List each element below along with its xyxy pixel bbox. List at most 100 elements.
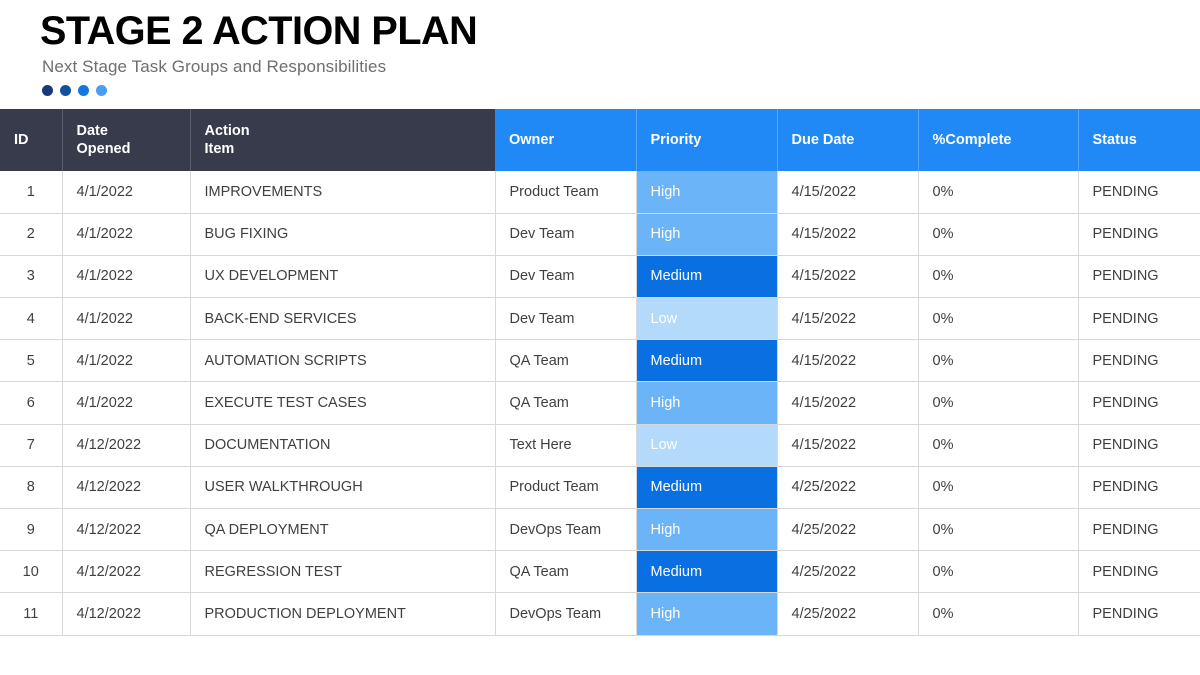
cell-action[interactable]: IMPROVEMENTS bbox=[190, 171, 496, 214]
cell-pct[interactable]: 0% bbox=[918, 171, 1079, 214]
cell-priority[interactable]: Medium bbox=[636, 255, 778, 299]
cell-pct[interactable]: 0% bbox=[918, 550, 1079, 594]
cell-priority[interactable]: High bbox=[636, 213, 778, 256]
column-header-priority[interactable]: Priority bbox=[636, 109, 778, 171]
cell-status[interactable]: PENDING bbox=[1078, 592, 1200, 636]
cell-due[interactable]: 4/15/2022 bbox=[777, 255, 919, 299]
cell-action[interactable]: QA DEPLOYMENT bbox=[190, 508, 496, 552]
cell-id[interactable]: 7 bbox=[0, 424, 63, 467]
cell-due[interactable]: 4/25/2022 bbox=[777, 508, 919, 552]
cell-action[interactable]: DOCUMENTATION bbox=[190, 424, 496, 467]
cell-owner[interactable]: QA Team bbox=[495, 550, 637, 594]
cell-status[interactable]: PENDING bbox=[1078, 466, 1200, 510]
column-header-pct[interactable]: %Complete bbox=[918, 109, 1079, 171]
cell-due[interactable]: 4/15/2022 bbox=[777, 424, 919, 467]
cell-action[interactable]: UX DEVELOPMENT bbox=[190, 255, 496, 299]
cell-priority[interactable]: Medium bbox=[636, 466, 778, 510]
cell-priority[interactable]: High bbox=[636, 171, 778, 214]
table-row[interactable]: 5 4/1/2022 AUTOMATION SCRIPTS QA Team Medium… bbox=[0, 339, 1200, 383]
cell-pct[interactable]: 0% bbox=[918, 466, 1079, 510]
cell-owner[interactable]: DevOps Team bbox=[495, 592, 637, 636]
cell-due[interactable]: 4/25/2022 bbox=[777, 550, 919, 594]
cell-status[interactable]: PENDING bbox=[1078, 213, 1200, 256]
table-row[interactable]: 2 4/1/2022 BUG FIXING Dev Team High 4/15/2022… bbox=[0, 213, 1200, 256]
cell-due[interactable]: 4/15/2022 bbox=[777, 297, 919, 341]
cell-id[interactable]: 6 bbox=[0, 381, 63, 425]
cell-due[interactable]: 4/15/2022 bbox=[777, 381, 919, 425]
cell-action[interactable]: USER WALKTHROUGH bbox=[190, 466, 496, 510]
cell-id[interactable]: 10 bbox=[0, 550, 63, 594]
cell-status[interactable]: PENDING bbox=[1078, 255, 1200, 299]
cell-date[interactable]: 4/12/2022 bbox=[62, 550, 191, 594]
table-row[interactable]: 3 4/1/2022 UX DEVELOPMENT Dev Team Medium 4/1… bbox=[0, 255, 1200, 299]
table-row[interactable]: 7 4/12/2022 DOCUMENTATION Text Here Low 4/15/… bbox=[0, 424, 1200, 467]
column-header-date[interactable]: Date Opened bbox=[62, 109, 191, 171]
cell-id[interactable]: 3 bbox=[0, 255, 63, 299]
cell-priority[interactable]: High bbox=[636, 508, 778, 552]
cell-status[interactable]: PENDING bbox=[1078, 171, 1200, 214]
cell-date[interactable]: 4/1/2022 bbox=[62, 381, 191, 425]
cell-date[interactable]: 4/12/2022 bbox=[62, 424, 191, 467]
cell-priority[interactable]: High bbox=[636, 381, 778, 425]
cell-id[interactable]: 8 bbox=[0, 466, 63, 510]
cell-owner[interactable]: Dev Team bbox=[495, 297, 637, 341]
cell-id[interactable]: 9 bbox=[0, 508, 63, 552]
cell-priority[interactable]: Low bbox=[636, 297, 778, 341]
cell-id[interactable]: 5 bbox=[0, 339, 63, 383]
cell-status[interactable]: PENDING bbox=[1078, 339, 1200, 383]
cell-owner[interactable]: Dev Team bbox=[495, 255, 637, 299]
cell-due[interactable]: 4/15/2022 bbox=[777, 339, 919, 383]
cell-priority[interactable]: Medium bbox=[636, 550, 778, 594]
table-row[interactable]: 11 4/12/2022 PRODUCTION DEPLOYMENT DevOps T… bbox=[0, 592, 1200, 636]
table-row[interactable]: 9 4/12/2022 QA DEPLOYMENT DevOps Team High 4/… bbox=[0, 508, 1200, 552]
cell-due[interactable]: 4/25/2022 bbox=[777, 592, 919, 636]
table-row[interactable]: 1 4/1/2022 IMPROVEMENTS Product Team High 4/1… bbox=[0, 171, 1200, 214]
table-row[interactable]: 10 4/12/2022 REGRESSION TEST QA Team Medium 4… bbox=[0, 550, 1200, 594]
cell-pct[interactable]: 0% bbox=[918, 339, 1079, 383]
cell-status[interactable]: PENDING bbox=[1078, 381, 1200, 425]
cell-action[interactable]: REGRESSION TEST bbox=[190, 550, 496, 594]
column-header-due[interactable]: Due Date bbox=[777, 109, 919, 171]
cell-priority[interactable]: Low bbox=[636, 424, 778, 467]
cell-status[interactable]: PENDING bbox=[1078, 508, 1200, 552]
cell-priority[interactable]: Medium bbox=[636, 339, 778, 383]
cell-pct[interactable]: 0% bbox=[918, 213, 1079, 256]
cell-due[interactable]: 4/15/2022 bbox=[777, 171, 919, 214]
cell-date[interactable]: 4/1/2022 bbox=[62, 339, 191, 383]
cell-id[interactable]: 4 bbox=[0, 297, 63, 341]
cell-owner[interactable]: Text Here bbox=[495, 424, 637, 467]
table-row[interactable]: 4 4/1/2022 BACK-END SERVICES Dev Team Low 4/1… bbox=[0, 297, 1200, 341]
cell-id[interactable]: 1 bbox=[0, 171, 63, 214]
cell-date[interactable]: 4/1/2022 bbox=[62, 213, 191, 256]
cell-status[interactable]: PENDING bbox=[1078, 424, 1200, 467]
cell-pct[interactable]: 0% bbox=[918, 381, 1079, 425]
cell-action[interactable]: BACK-END SERVICES bbox=[190, 297, 496, 341]
cell-owner[interactable]: Product Team bbox=[495, 466, 637, 510]
cell-due[interactable]: 4/15/2022 bbox=[777, 213, 919, 256]
cell-date[interactable]: 4/1/2022 bbox=[62, 297, 191, 341]
cell-status[interactable]: PENDING bbox=[1078, 297, 1200, 341]
cell-date[interactable]: 4/12/2022 bbox=[62, 466, 191, 510]
column-header-action[interactable]: Action Item bbox=[190, 109, 495, 171]
cell-due[interactable]: 4/25/2022 bbox=[777, 466, 919, 510]
cell-pct[interactable]: 0% bbox=[918, 424, 1079, 467]
cell-date[interactable]: 4/1/2022 bbox=[62, 255, 191, 299]
column-header-owner[interactable]: Owner bbox=[495, 109, 637, 171]
cell-owner[interactable]: DevOps Team bbox=[495, 508, 637, 552]
cell-action[interactable]: EXECUTE TEST CASES bbox=[190, 381, 496, 425]
cell-date[interactable]: 4/12/2022 bbox=[62, 592, 191, 636]
cell-pct[interactable]: 0% bbox=[918, 592, 1079, 636]
column-header-id[interactable]: ID bbox=[0, 109, 63, 171]
cell-action[interactable]: BUG FIXING bbox=[190, 213, 496, 256]
cell-status[interactable]: PENDING bbox=[1078, 550, 1200, 594]
cell-pct[interactable]: 0% bbox=[918, 255, 1079, 299]
column-header-status[interactable]: Status bbox=[1078, 109, 1200, 171]
cell-owner[interactable]: QA Team bbox=[495, 381, 637, 425]
cell-date[interactable]: 4/1/2022 bbox=[62, 171, 191, 214]
cell-owner[interactable]: Product Team bbox=[495, 171, 637, 214]
table-row[interactable]: 6 4/1/2022 EXECUTE TEST CASES QA Team High 4/… bbox=[0, 381, 1200, 425]
cell-id[interactable]: 2 bbox=[0, 213, 63, 256]
cell-id[interactable]: 11 bbox=[0, 592, 63, 636]
cell-action[interactable]: AUTOMATION SCRIPTS bbox=[190, 339, 496, 383]
cell-pct[interactable]: 0% bbox=[918, 297, 1079, 341]
